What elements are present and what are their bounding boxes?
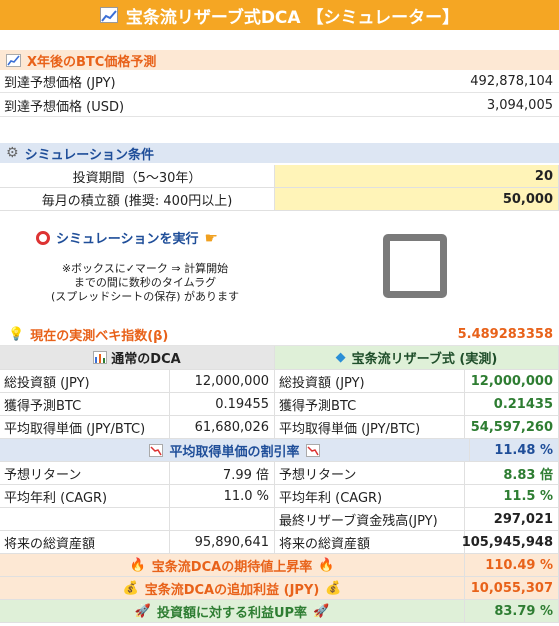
reserve-value: 297,021 [465, 508, 559, 531]
dca-label: 将来の総資産額 [0, 531, 170, 554]
dca-label: 獲得予測BTC [0, 393, 170, 416]
reserve-label: 平均取得単価 (JPY/BTC) [275, 416, 465, 439]
conditions-heading: ⚙ シミュレーション条件 [0, 143, 559, 163]
dca-value: 12,000,000 [170, 370, 275, 393]
chart-down-icon [305, 443, 320, 457]
run-simulation-label: シミュレーションを実行 ☛ [36, 228, 218, 247]
monthly-amount-input[interactable]: 50,000 [275, 188, 559, 211]
btc-price-jpy-row: 到達予想価格 (JPY) 492,878,104 [0, 71, 559, 93]
dca-value [170, 508, 275, 531]
dca-value: 7.99 倍 [170, 462, 275, 485]
dca-label: 平均取得単価 (JPY/BTC) [0, 416, 170, 439]
reserve-label: 予想リターン [275, 462, 465, 485]
dca-value: 95,890,641 [170, 531, 275, 554]
gear-icon: ⚙ [6, 145, 19, 161]
run-note: ※ボックスに✓マーク ⇒ 計算開始 までの間に数秒のタイムラグ (スプレッドシー… [50, 262, 240, 303]
reserve-label: 将来の総資産額 [275, 531, 465, 554]
pointing-hand-icon: ☛ [204, 228, 218, 247]
page-title: 宝条流リザーブ式DCA 【シミュレーター】 [125, 7, 460, 28]
monthly-amount-label: 毎月の積立額 (推奨: 400円以上) [0, 188, 275, 211]
period-input[interactable]: 20 [275, 165, 559, 188]
rocket-icon: 🚀 [134, 603, 151, 619]
bar-chart-icon [93, 351, 108, 364]
chart-icon [6, 53, 21, 67]
reserve-label: 総投資額 (JPY) [275, 370, 465, 393]
btc-price-usd-row: 到達予想価格 (USD) 3,094,005 [0, 95, 559, 117]
beta-row: 💡 現在の実測ベキ指数(β) 5.489283358 [0, 324, 559, 346]
reserve-value: 0.21435 [465, 393, 559, 416]
target-icon [36, 230, 50, 245]
summary-value: 10,055,307 [465, 577, 559, 600]
dca-label: 総投資額 (JPY) [0, 370, 170, 393]
dca-label [0, 508, 170, 531]
dca-label: 平均年利 (CAGR) [0, 485, 170, 508]
fire-icon: 🔥 [129, 557, 146, 573]
diamond-icon: ◆ [335, 350, 346, 365]
dca-label: 予想リターン [0, 462, 170, 485]
summary-label: 💰 宝条流DCAの追加利益 (JPY) 💰 [0, 577, 465, 600]
summary-label: 🔥 宝条流DCAの期待値上昇率 🔥 [0, 554, 465, 577]
discount-value: 11.48 % [470, 439, 559, 462]
summary-label: 🚀 投資額に対する利益UP率 🚀 [0, 600, 465, 623]
title-banner: 宝条流リザーブ式DCA 【シミュレーター】 [0, 0, 559, 30]
reserve-value: 54,597,260 [465, 416, 559, 439]
run-checkbox[interactable] [383, 234, 447, 298]
reserve-header: ◆ 宝条流リザーブ式 (実測) [275, 346, 559, 370]
chart-down-icon [149, 443, 164, 457]
dca-value: 61,680,026 [170, 416, 275, 439]
dca-header: 通常のDCA [0, 346, 275, 370]
reserve-value: 105,945,948 [462, 531, 559, 554]
reserve-label: 獲得予測BTC [275, 393, 465, 416]
period-label: 投資期間（5〜30年） [0, 165, 275, 188]
reserve-value: 11.5 % [465, 485, 559, 508]
reserve-value: 12,000,000 [465, 370, 559, 393]
chart-icon [99, 7, 118, 23]
dca-value: 0.19455 [170, 393, 275, 416]
lightbulb-icon: 💡 [8, 327, 25, 342]
reserve-label: 最終リザーブ資金残高(JPY) [275, 508, 465, 531]
reserve-value: 8.83 倍 [465, 462, 559, 485]
btc-forecast-heading: X年後のBTC価格予測 [0, 50, 559, 70]
summary-value: 83.79 % [465, 600, 559, 623]
discount-label: 平均取得単価の割引率 [0, 439, 470, 462]
dca-value: 11.0 % [170, 485, 275, 508]
fire-icon: 🔥 [318, 557, 335, 573]
reserve-label: 平均年利 (CAGR) [275, 485, 465, 508]
money-bag-icon: 💰 [325, 580, 342, 596]
summary-value: 110.49 % [465, 554, 559, 577]
money-bag-icon: 💰 [122, 580, 139, 596]
rocket-icon: 🚀 [313, 603, 330, 619]
